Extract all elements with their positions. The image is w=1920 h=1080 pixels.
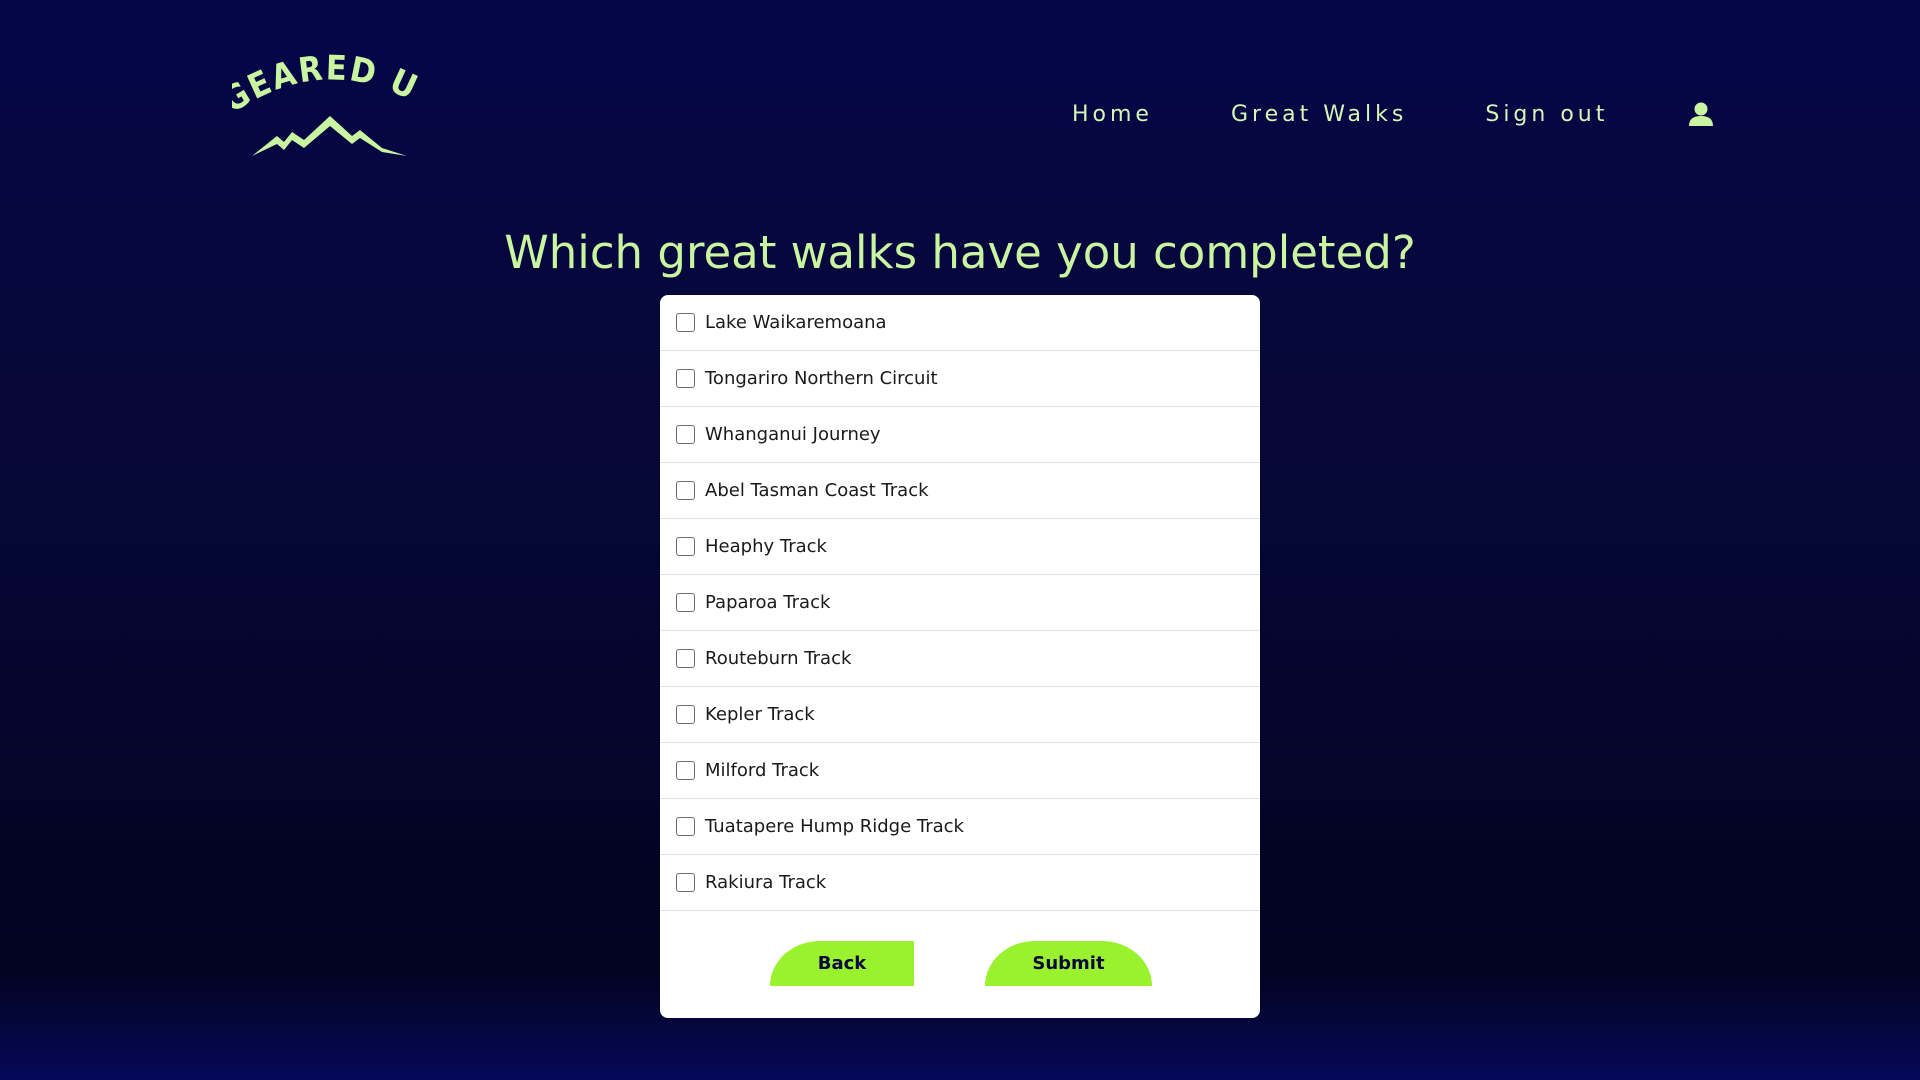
nav-home-link[interactable]: Home bbox=[1072, 102, 1153, 127]
form-actions: Back Submit bbox=[660, 911, 1260, 1018]
walk-label: Heaphy Track bbox=[705, 536, 827, 557]
walk-option[interactable]: Abel Tasman Coast Track bbox=[660, 463, 1260, 519]
back-button[interactable]: Back bbox=[770, 941, 914, 986]
walk-checkbox[interactable] bbox=[676, 593, 695, 612]
walk-option[interactable]: Rakiura Track bbox=[660, 855, 1260, 911]
walk-option[interactable]: Paparoa Track bbox=[660, 575, 1260, 631]
walk-label: Paparoa Track bbox=[705, 592, 831, 613]
walk-label: Tuatapere Hump Ridge Track bbox=[705, 816, 964, 837]
walk-option[interactable]: Lake Waikaremoana bbox=[660, 295, 1260, 351]
walk-checkbox[interactable] bbox=[676, 481, 695, 500]
walk-checkbox[interactable] bbox=[676, 425, 695, 444]
walk-option[interactable]: Tuatapere Hump Ridge Track bbox=[660, 799, 1260, 855]
walk-label: Tongariro Northern Circuit bbox=[705, 368, 938, 389]
svg-text:GEARED UP: GEARED UP bbox=[232, 52, 425, 121]
walk-option[interactable]: Heaphy Track bbox=[660, 519, 1260, 575]
walk-label: Kepler Track bbox=[705, 704, 815, 725]
walk-checkbox[interactable] bbox=[676, 313, 695, 332]
main-nav: Home Great Walks Sign out bbox=[1072, 96, 1714, 132]
walk-checkbox[interactable] bbox=[676, 705, 695, 724]
walk-label: Routeburn Track bbox=[705, 648, 852, 669]
nav-great-walks-link[interactable]: Great Walks bbox=[1231, 102, 1407, 127]
nav-sign-out-link[interactable]: Sign out bbox=[1485, 102, 1608, 127]
walk-checkbox[interactable] bbox=[676, 369, 695, 388]
walk-checkbox[interactable] bbox=[676, 649, 695, 668]
walk-checkbox[interactable] bbox=[676, 873, 695, 892]
user-icon[interactable] bbox=[1688, 101, 1714, 127]
logo-text: GEARED UP bbox=[232, 52, 423, 121]
walk-option[interactable]: Milford Track bbox=[660, 743, 1260, 799]
walk-label: Abel Tasman Coast Track bbox=[705, 480, 929, 501]
walk-checkbox[interactable] bbox=[676, 817, 695, 836]
walk-label: Lake Waikaremoana bbox=[705, 312, 887, 333]
walk-label: Milford Track bbox=[705, 760, 820, 781]
walk-label: Whanganui Journey bbox=[705, 424, 881, 445]
walks-form: Lake Waikaremoana Tongariro Northern Cir… bbox=[660, 295, 1260, 1018]
walk-option[interactable]: Routeburn Track bbox=[660, 631, 1260, 687]
page-title: Which great walks have you completed? bbox=[504, 226, 1416, 279]
walk-option[interactable]: Tongariro Northern Circuit bbox=[660, 351, 1260, 407]
walk-checkbox[interactable] bbox=[676, 537, 695, 556]
geared-up-logo[interactable]: GEARED UP bbox=[232, 52, 432, 162]
walk-label: Rakiura Track bbox=[705, 872, 827, 893]
walk-option[interactable]: Kepler Track bbox=[660, 687, 1260, 743]
submit-button[interactable]: Submit bbox=[985, 941, 1152, 986]
mountain-logo-icon: GEARED UP bbox=[232, 52, 425, 156]
walks-checklist: Lake Waikaremoana Tongariro Northern Cir… bbox=[660, 295, 1260, 911]
walk-checkbox[interactable] bbox=[676, 761, 695, 780]
walk-option[interactable]: Whanganui Journey bbox=[660, 407, 1260, 463]
